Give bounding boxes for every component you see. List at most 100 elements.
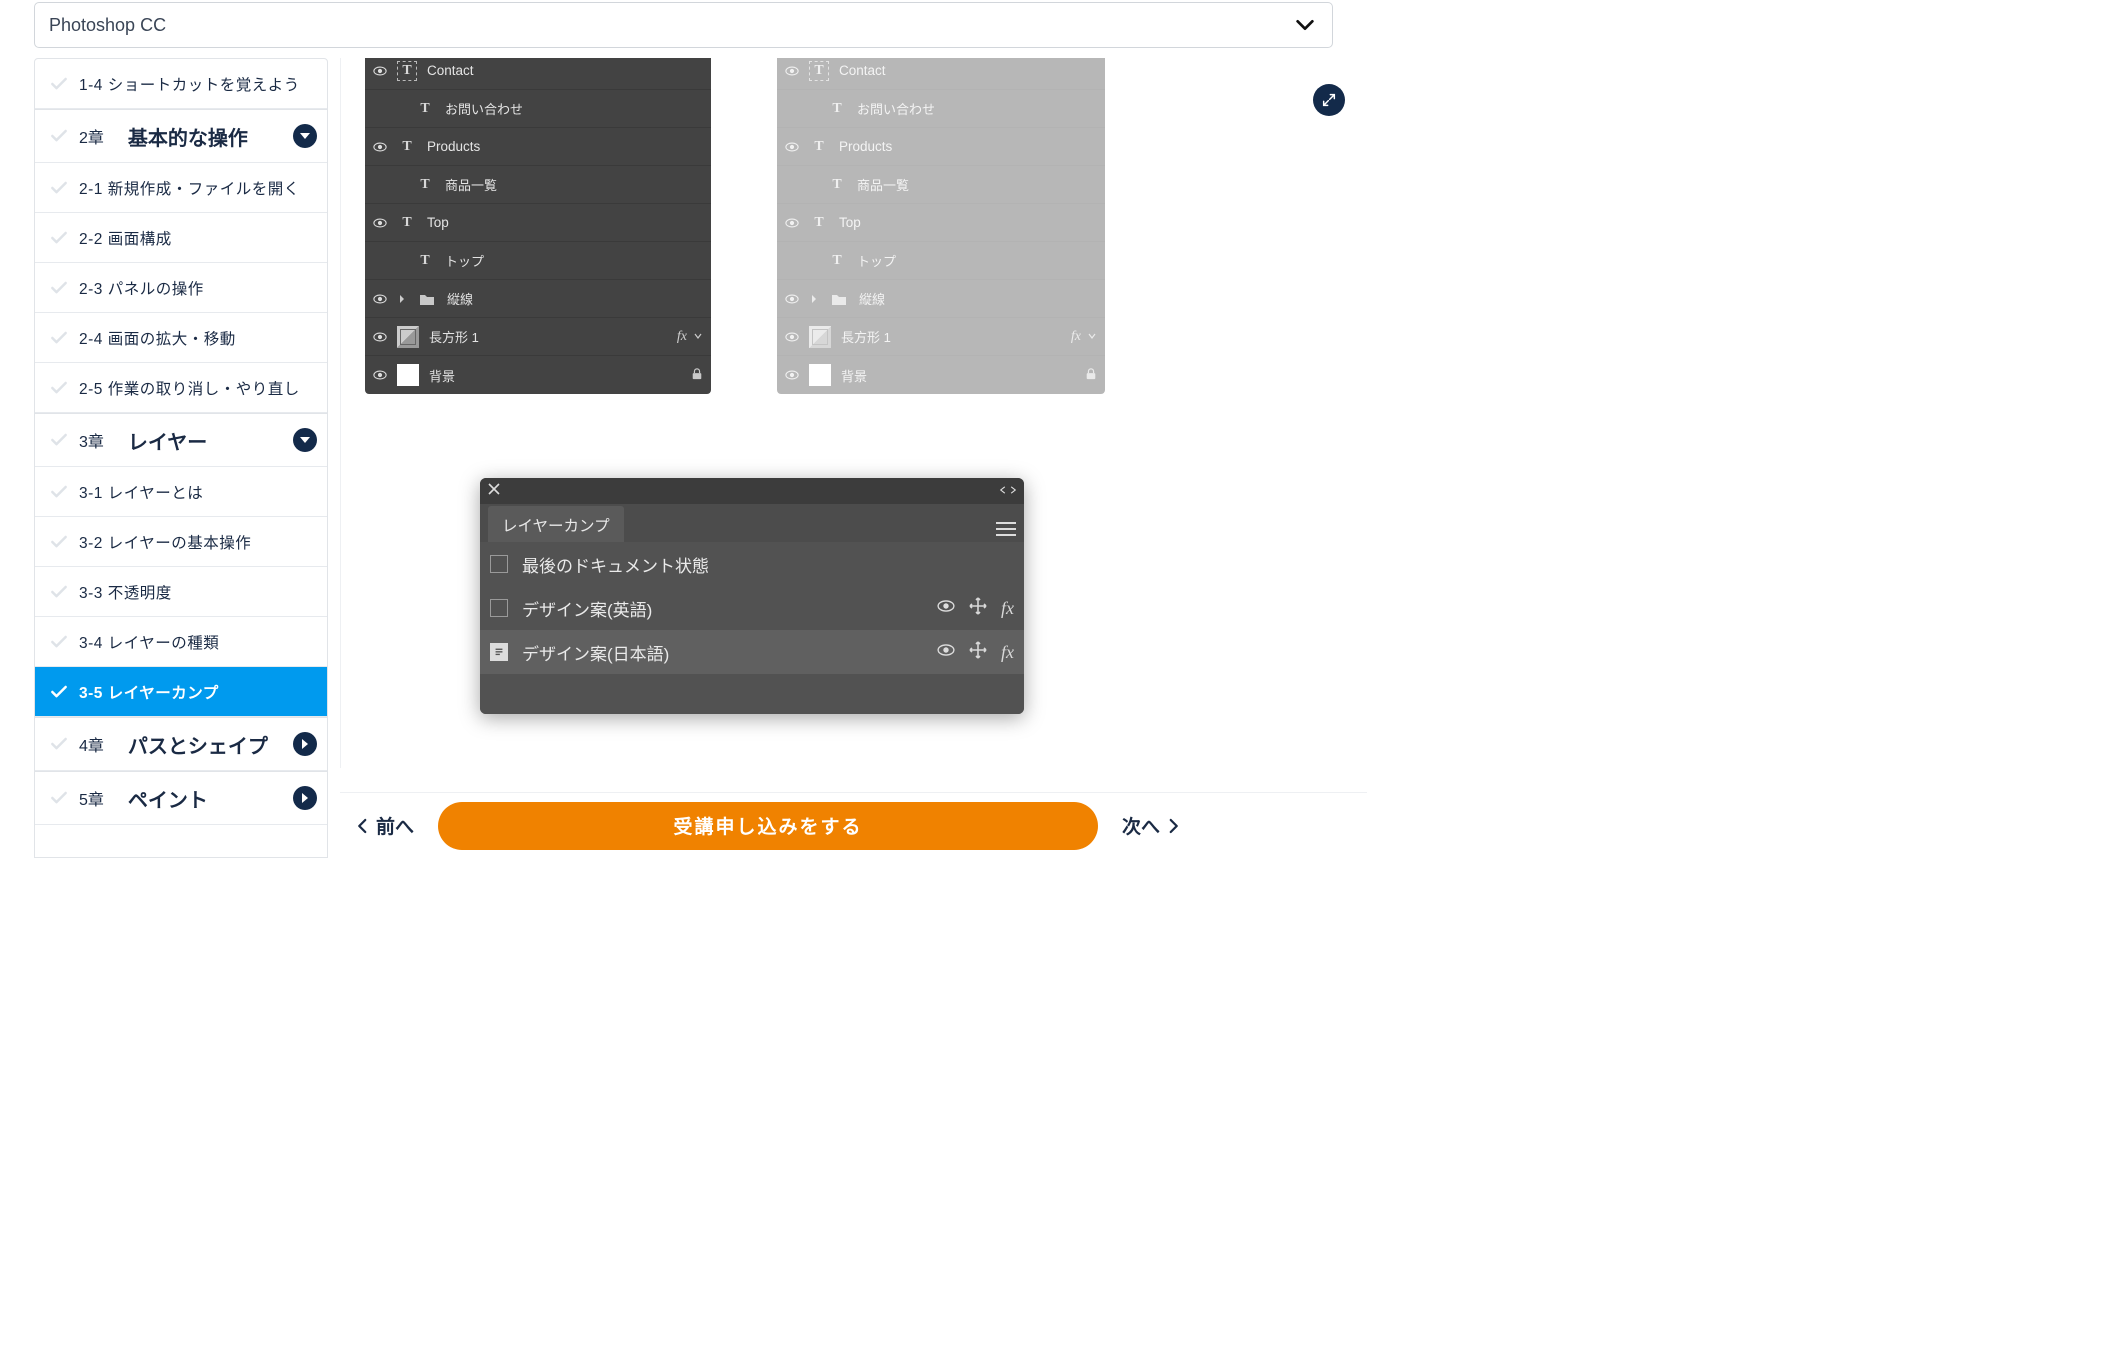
chapter-header[interactable]: 4章パスとシェイプ [35,717,327,771]
visibility-eye-icon[interactable] [373,292,387,306]
lesson-item-label: 3-2 レイヤーの基本操作 [79,531,251,553]
lesson-item[interactable]: 3-4 レイヤーの種類 [35,617,327,667]
course-dropdown[interactable]: Photoshop CC [34,2,1333,48]
lesson-sidebar-scroll[interactable]: 1-4 ショートカットを覚えよう 2章基本的な操作 2-1 新規作成・ファイルを… [35,59,327,857]
panel-collapse-icon[interactable] [1000,482,1016,500]
layer-row[interactable]: TTop [365,204,711,242]
lesson-item[interactable]: 3-1 レイヤーとは [35,467,327,517]
layer-comp-row[interactable]: デザイン案(英語) fx [480,586,1024,630]
lesson-item[interactable]: 2-5 作業の取り消し・やり直し [35,363,327,413]
check-icon [49,74,69,94]
layer-effects-indicator: fx [677,329,703,345]
comp-options-icons: fx [937,641,1014,664]
check-icon [49,788,69,808]
layer-name: 商品一覧 [445,175,703,194]
layer-row[interactable]: TProducts [777,128,1105,166]
layer-row[interactable]: Tトップ [777,242,1105,280]
visibility-eye-icon[interactable] [373,64,387,78]
layer-row[interactable]: Tトップ [365,242,711,280]
panel-close-icon[interactable] [488,482,500,500]
visibility-eye-icon [937,597,955,620]
visibility-eye-icon[interactable] [785,64,799,78]
text-layer-icon: T [397,137,417,157]
layer-row[interactable]: TProducts [365,128,711,166]
visibility-eye-icon[interactable] [373,140,387,154]
appearance-fx-icon: fx [1001,598,1014,619]
layer-row[interactable]: 長方形 1fx [777,318,1105,356]
chevron-right-icon [293,786,317,810]
expand-fullscreen-button[interactable] [1313,84,1345,116]
layer-row[interactable]: 長方形 1 fx [365,318,711,356]
layer-name: Contact [427,63,703,78]
expand-group-icon[interactable] [809,295,819,303]
chapter-title: ペイント [128,784,283,813]
check-icon [49,632,69,652]
lesson-item[interactable]: 1-4 ショートカットを覚えよう [35,59,327,109]
chapter-number: 3章 [79,428,104,452]
chevron-down-icon [1294,14,1316,36]
lesson-item-label: 3-5 レイヤーカンプ [79,681,219,703]
layer-row[interactable]: T商品一覧 [777,166,1105,204]
visibility-eye-icon[interactable] [373,216,387,230]
text-layer-icon: T [827,175,847,195]
layer-row[interactable]: T 商品一覧 [365,166,711,204]
text-layer-icon: T [415,175,435,195]
prev-lesson-label: 前へ [376,812,414,839]
layer-comp-row[interactable]: 最後のドキュメント状態 [480,542,1024,586]
lesson-item[interactable]: 2-3 パネルの操作 [35,263,327,313]
layer-row[interactable]: 背景 [365,356,711,394]
visibility-eye-icon[interactable] [373,330,387,344]
visibility-eye-icon[interactable] [785,330,799,344]
comp-checkbox[interactable] [490,599,508,617]
lesson-item-label: 2-2 画面構成 [79,227,172,249]
layer-row[interactable]: 縦線 [365,280,711,318]
lesson-sidebar: 1-4 ショートカットを覚えよう 2章基本的な操作 2-1 新規作成・ファイルを… [34,58,328,858]
layer-name: トップ [857,251,1097,270]
layer-row[interactable]: TContact [365,58,711,90]
layer-row[interactable]: Tお問い合わせ [777,90,1105,128]
layer-row[interactable]: TTop [777,204,1105,242]
panel-menu-icon[interactable] [996,522,1016,542]
lesson-item[interactable]: 2-1 新規作成・ファイルを開く [35,163,327,213]
prev-lesson-button[interactable]: 前へ [344,812,424,839]
layer-name: 長方形 1 [429,327,667,346]
layer-row[interactable]: T お問い合わせ [365,90,711,128]
layer-name: 縦線 [859,289,1097,308]
layer-name: 背景 [429,366,681,385]
layer-comps-tab[interactable]: レイヤーカンプ [488,506,624,542]
layer-name: お問い合わせ [445,99,703,118]
background-layer-thumb [809,364,831,386]
layer-name: 長方形 1 [841,327,1061,346]
chapter-number: 5章 [79,786,104,810]
layer-row[interactable]: TContact [777,58,1105,90]
layer-row[interactable]: 縦線 [777,280,1105,318]
layer-row[interactable]: 背景 [777,356,1105,394]
comp-checkbox[interactable] [490,555,508,573]
layer-name: Contact [839,63,1097,78]
lock-icon [1085,368,1097,383]
expand-group-icon[interactable] [397,295,407,303]
next-lesson-button[interactable]: 次へ [1112,812,1192,839]
visibility-eye-icon[interactable] [785,368,799,382]
lesson-item[interactable]: 3-2 レイヤーの基本操作 [35,517,327,567]
layer-comp-row[interactable]: デザイン案(日本語) fx [480,630,1024,674]
text-layer-icon: T [415,99,435,119]
chapter-header[interactable]: 3章レイヤー [35,413,327,467]
comp-options-icons: fx [937,597,1014,620]
lesson-item[interactable]: 2-2 画面構成 [35,213,327,263]
lesson-item[interactable]: 2-4 画面の拡大・移動 [35,313,327,363]
apply-cta-button[interactable]: 受講申し込みをする [438,802,1098,850]
appearance-fx-icon: fx [1001,642,1014,663]
lesson-item-label: 2-5 作業の取り消し・やり直し [79,377,300,399]
visibility-eye-icon[interactable] [785,292,799,306]
chapter-header[interactable]: 2章基本的な操作 [35,109,327,163]
lesson-item-label: 2-4 画面の拡大・移動 [79,327,236,349]
visibility-eye-icon[interactable] [785,216,799,230]
lesson-item[interactable]: 3-3 不透明度 [35,567,327,617]
lesson-item[interactable]: 3-5 レイヤーカンプ [35,667,327,717]
visibility-eye-icon[interactable] [785,140,799,154]
text-layer-icon: T [827,99,847,119]
visibility-eye-icon[interactable] [373,368,387,382]
chapter-header[interactable]: 5章ペイント [35,771,327,825]
chapter-title: レイヤー [128,426,283,455]
